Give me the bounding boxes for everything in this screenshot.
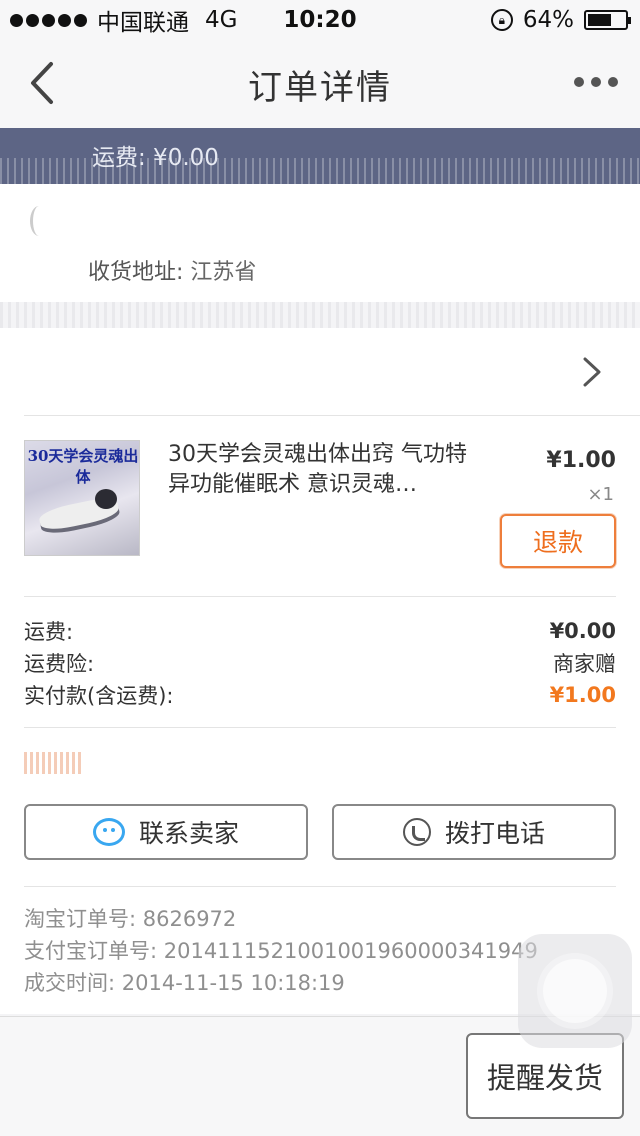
contact-seller-button[interactable]: 联系卖家 <box>24 804 308 860</box>
product-item[interactable]: 30天学会灵魂出体 30天学会灵魂出体出窍 气功特异功能催眠术 意识灵魂… ¥1… <box>24 416 616 596</box>
address-label: 收货地址: <box>88 260 191 285</box>
product-price: ¥1.00 <box>546 448 616 473</box>
shipping-insurance-row: 运费险: 商家赠 <box>24 647 616 679</box>
chevron-left-icon <box>31 62 53 104</box>
status-bar: 中国联通 4G 10:20 🔒︎ 64% <box>0 0 640 40</box>
buyer-note-row <box>24 728 616 800</box>
page-title: 订单详情 <box>248 67 392 108</box>
back-button[interactable] <box>22 58 62 108</box>
shipping-fee-label: 运费: <box>24 620 74 644</box>
contact-actions: 联系卖家 拨打电话 <box>24 804 616 860</box>
battery-icon <box>584 10 631 30</box>
section-divider <box>0 302 640 328</box>
product-title[interactable]: 30天学会灵魂出体出窍 气功特异功能催眠术 意识灵魂… <box>168 440 488 500</box>
more-dot-icon <box>608 77 618 87</box>
thumbnail-caption: 30天学会灵魂出体 <box>27 447 139 486</box>
more-options-button[interactable] <box>574 70 618 94</box>
rotation-lock-icon: 🔒︎ <box>490 9 513 31</box>
product-quantity: ×1 <box>587 484 614 505</box>
order-card: 30天学会灵魂出体 30天学会灵魂出体出窍 气功特异功能催眠术 意识灵魂… ¥1… <box>0 328 640 1014</box>
paid-amount-row: 实付款(含运费): ¥1.00 <box>24 679 616 711</box>
shipping-address-card[interactable]: 收货地址: 江苏省 <box>0 184 640 302</box>
more-dot-icon <box>591 77 601 87</box>
address-line: 收货地址: 江苏省 <box>88 254 256 286</box>
navigation-bar: 订单详情 <box>0 40 640 128</box>
signal-strength-icon <box>10 13 87 27</box>
banner-decoration <box>0 158 640 184</box>
order-status-banner: 运费: ¥0.00 <box>0 128 640 184</box>
refund-button[interactable]: 退款 <box>500 514 616 568</box>
assistive-touch-button[interactable] <box>518 934 632 1048</box>
carrier-name: 中国联通 <box>97 10 189 36</box>
more-dot-icon <box>574 77 584 87</box>
paid-amount-value: ¥1.00 <box>549 683 616 707</box>
shipping-insurance-value: 商家赠 <box>553 652 616 676</box>
phone-icon <box>402 818 431 846</box>
taobao-order-number: 淘宝订单号: 8626972 <box>24 907 237 931</box>
contact-seller-label: 联系卖家 <box>138 819 239 848</box>
buyer-note-blurred <box>24 752 84 774</box>
thumbnail-figure-head <box>95 489 117 509</box>
assistive-touch-icon <box>543 959 607 1023</box>
chat-icon <box>92 818 125 846</box>
paid-amount-label: 实付款(含运费): <box>24 684 174 708</box>
product-thumbnail[interactable]: 30天学会灵魂出体 <box>24 440 140 556</box>
shop-row[interactable] <box>24 328 640 416</box>
battery-percent: 64% <box>522 7 574 33</box>
call-phone-button[interactable]: 拨打电话 <box>332 804 616 860</box>
recipient-icon <box>30 206 48 236</box>
shipping-insurance-label: 运费险: <box>24 652 95 676</box>
shipping-fee-value: ¥0.00 <box>549 619 616 643</box>
address-value: 江苏省 <box>190 260 257 285</box>
chevron-right-icon <box>583 357 601 387</box>
call-phone-label: 拨打电话 <box>444 819 545 848</box>
shipping-fee-row: 运费: ¥0.00 <box>24 615 616 647</box>
fee-summary: 运费: ¥0.00 运费险: 商家赠 实付款(含运费): ¥1.00 <box>24 596 616 728</box>
network-type: 4G <box>205 7 238 33</box>
